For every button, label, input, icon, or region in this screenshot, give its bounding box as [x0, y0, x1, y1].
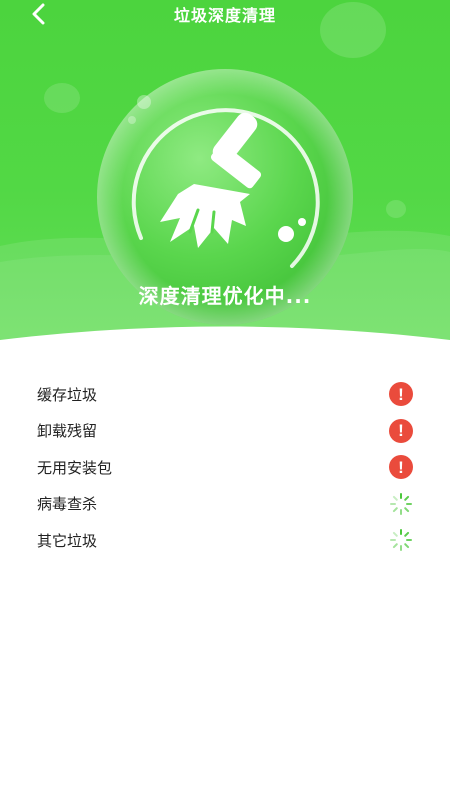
bubble-decoration [44, 83, 80, 113]
alert-icon: ! [388, 381, 414, 407]
hero-bottom-curve [0, 326, 450, 356]
loading-spinner-icon [388, 527, 414, 553]
alert-icon: ! [388, 454, 414, 480]
alert-icon: ! [388, 418, 414, 444]
scan-item-uninstall-residue: 卸载残留 ! [0, 413, 450, 450]
scan-item-useless-packages: 无用安装包 ! [0, 449, 450, 486]
scan-item-virus-scan: 病毒查杀 [0, 486, 450, 523]
scan-item-label: 其它垃圾 [37, 531, 98, 550]
hero-banner: 垃圾深度清理 深度清理优化中... [0, 0, 450, 340]
page-title: 垃圾深度清理 [173, 6, 276, 25]
scan-item-list: 缓存垃圾 ! 卸载残留 ! 无用安装包 ! 病毒查杀 其它垃圾 [0, 376, 450, 559]
scan-item-cache: 缓存垃圾 ! [0, 376, 450, 413]
loading-spinner-icon [388, 491, 414, 517]
cleaning-status-text: 深度清理优化中... [138, 284, 312, 308]
screen: 垃圾深度清理 深度清理优化中... 缓存垃圾 ! 卸载残留 ! 无用安装包 ! … [0, 0, 450, 800]
scan-item-label: 卸载残留 [37, 422, 98, 441]
scan-item-label: 病毒查杀 [37, 495, 98, 514]
scan-item-label: 无用安装包 [37, 458, 113, 477]
scan-item-label: 缓存垃圾 [37, 385, 98, 404]
bubble-decoration [386, 200, 406, 218]
scan-item-other-junk: 其它垃圾 [0, 522, 450, 559]
